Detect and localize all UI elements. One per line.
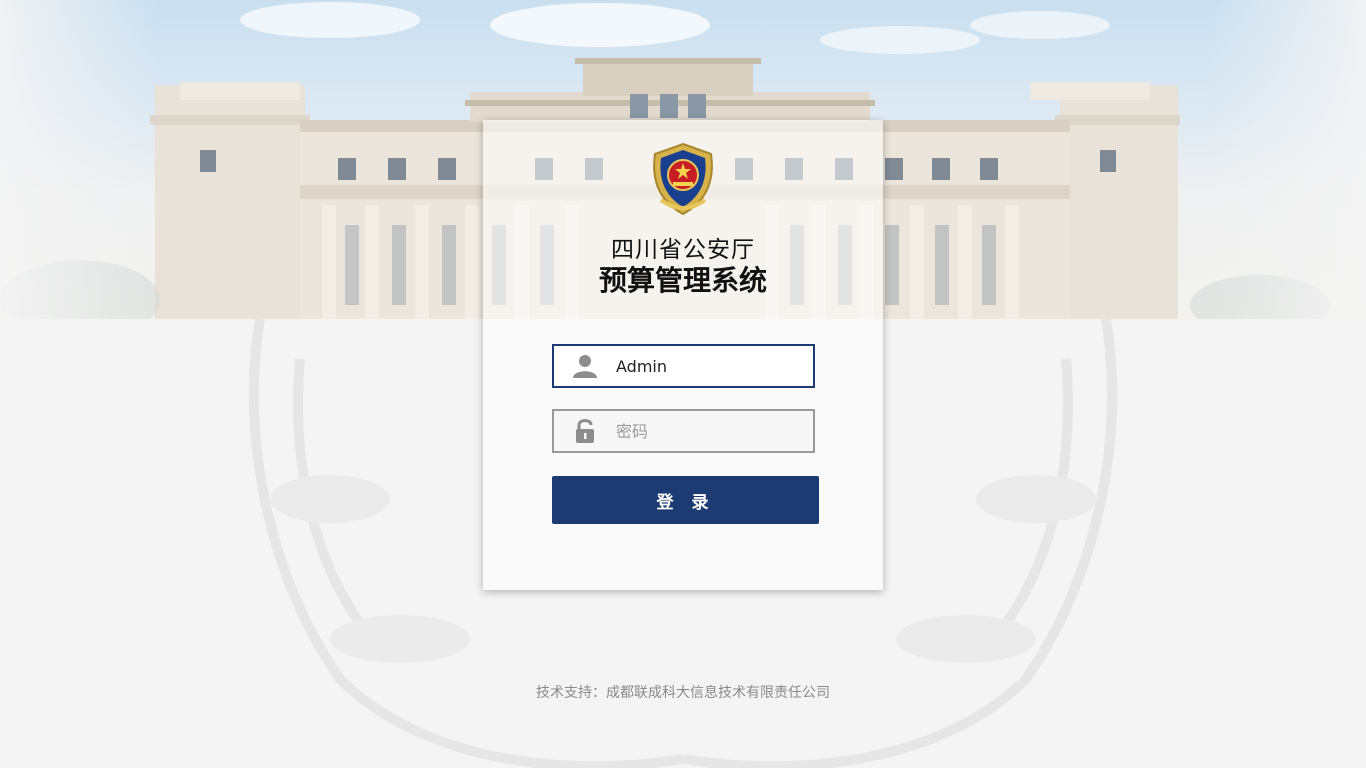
username-input[interactable] (616, 356, 796, 376)
password-input[interactable] (616, 421, 796, 441)
police-emblem-icon (647, 142, 719, 218)
system-title-name: 预算管理系统 (598, 264, 767, 297)
password-field[interactable] (552, 409, 815, 453)
user-icon (554, 346, 616, 386)
footer-support-text: 技术支持：成都联成科大信息技术有限责任公司 (536, 685, 830, 701)
login-button[interactable]: 登 录 (552, 476, 819, 524)
username-field[interactable] (552, 344, 815, 388)
login-card: 四川省公安厅 预算管理系统 登 录 (483, 120, 883, 590)
lock-icon (554, 411, 616, 451)
